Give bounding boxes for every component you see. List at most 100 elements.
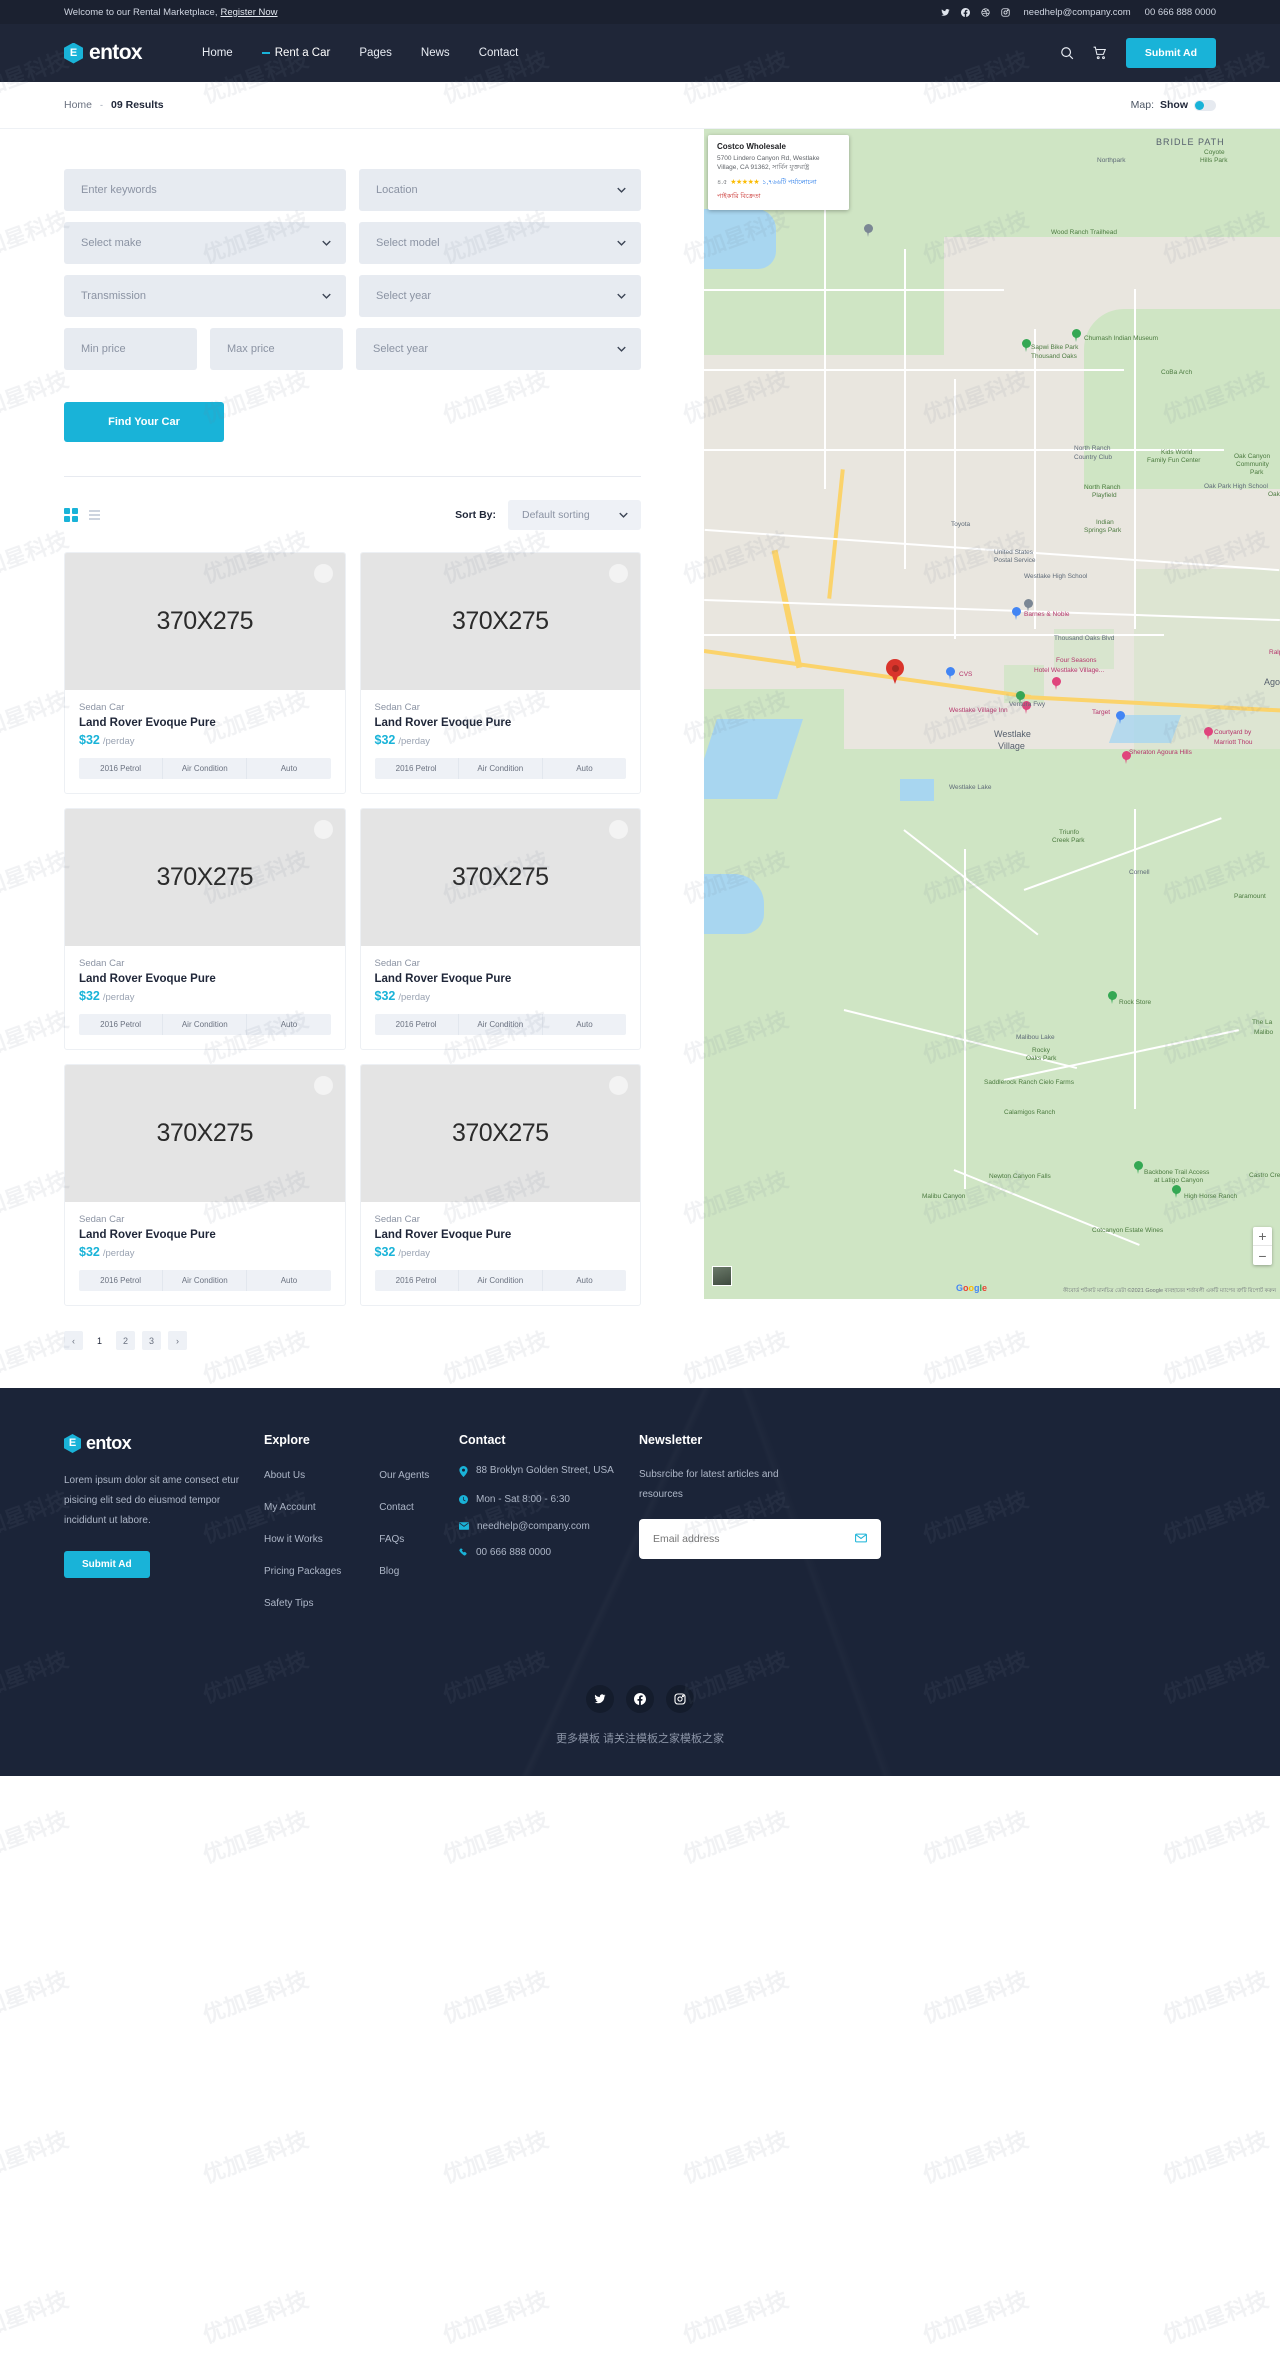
sort-select[interactable]: Default sorting [508,500,641,530]
zoom-in-button[interactable]: + [1253,1227,1272,1246]
map-selected-marker[interactable] [886,659,904,685]
facebook-icon[interactable] [960,7,970,17]
twitter-icon[interactable] [940,8,950,17]
map-pin-rock-store[interactable] [1108,991,1117,1004]
map-street-view-thumbnail[interactable] [712,1266,732,1286]
pagination-page-2[interactable]: 2 [116,1331,135,1350]
site-logo[interactable]: E entox [64,41,143,65]
register-now-link[interactable]: Register Now [220,7,277,18]
footer-link-my-account[interactable]: My Account [264,1502,316,1513]
nav-item-pages[interactable]: Pages [359,47,392,59]
favorite-button[interactable] [609,1076,628,1095]
map-zoom-controls[interactable]: + − [1253,1227,1272,1265]
footer-link-contact[interactable]: Contact [379,1502,413,1513]
nav-item-home[interactable]: Home [202,47,233,59]
map-pin-cvs[interactable] [946,667,955,680]
footer-logo[interactable]: E entox [64,1433,264,1454]
footer-phone[interactable]: 00 666 888 0000 [476,1547,551,1558]
map-info-card[interactable]: Costco Wholesale 5700 Lindero Canyon Rd,… [708,135,849,210]
favorite-button[interactable] [313,564,333,583]
map-pin-courtyard[interactable] [1204,727,1213,740]
find-your-car-button[interactable]: Find Your Car [64,402,224,442]
car-card[interactable]: 370X275 Sedan Car Land Rover Evoque Pure $3… [64,552,346,794]
car-image[interactable]: 370X275 [65,1065,345,1202]
footer-link-faqs[interactable]: FAQs [379,1534,404,1545]
car-image[interactable]: 370X275 [65,553,345,690]
breadcrumb-home-link[interactable]: Home [64,99,92,111]
year-select[interactable]: Select year [359,275,641,317]
min-price-input[interactable]: Min price [64,328,197,370]
map-pin-trailhead[interactable] [864,224,873,237]
twitter-icon[interactable] [586,1685,614,1713]
map-toggle-switch[interactable] [1194,99,1216,111]
year2-select[interactable]: Select year [356,328,641,370]
map-label: Malibo [1254,1029,1274,1036]
search-icon[interactable] [1060,46,1074,60]
location-select[interactable]: Location [359,169,641,211]
envelope-send-icon[interactable] [855,1530,867,1548]
facebook-icon[interactable] [626,1685,654,1713]
topbar-phone[interactable]: 00 666 888 0000 [1145,7,1216,18]
map-pin-high-horse[interactable] [1172,1185,1181,1198]
map-pin-backbone-trail[interactable] [1134,1161,1143,1174]
cart-icon[interactable] [1093,46,1107,60]
max-price-input[interactable]: Max price [210,328,343,370]
footer-link-blog[interactable]: Blog [379,1566,399,1577]
newsletter-form[interactable] [639,1519,881,1559]
footer-link-how-it-works[interactable]: How it Works [264,1534,323,1545]
map-pin-target[interactable] [1116,711,1125,724]
pagination-next[interactable]: › [168,1331,187,1350]
nav-item-news[interactable]: News [421,47,450,59]
car-title[interactable]: Land Rover Evoque Pure [375,717,627,729]
car-image[interactable]: 370X275 [360,553,640,690]
info-card-reviews[interactable]: ১,৭৬৬টি পর্যালোচনা [762,177,817,188]
car-image[interactable]: 370X275 [360,809,640,946]
make-select[interactable]: Select make [64,222,346,264]
email-field[interactable] [653,1533,843,1545]
car-image[interactable]: 370X275 [65,809,345,946]
nav-item-rent-a-car[interactable]: Rent a Car [261,47,330,59]
favorite-button[interactable] [609,820,628,839]
list-view-icon[interactable] [89,510,100,520]
car-title[interactable]: Land Rover Evoque Pure [375,973,627,985]
model-select[interactable]: Select model [359,222,641,264]
pagination-page-3[interactable]: 3 [142,1331,161,1350]
footer-link-pricing-packages[interactable]: Pricing Packages [264,1566,341,1577]
footer-link-safety-tips[interactable]: Safety Tips [264,1598,313,1609]
map-panel[interactable]: Costco Wholesale 5700 Lindero Canyon Rd,… [704,129,1280,1299]
map-pin-barnes-noble[interactable] [1012,607,1021,620]
map-pin-cobaarch[interactable] [1072,329,1081,342]
car-title[interactable]: Land Rover Evoque Pure [79,973,331,985]
instagram-icon[interactable] [666,1685,694,1713]
car-title[interactable]: Land Rover Evoque Pure [79,717,331,729]
car-title[interactable]: Land Rover Evoque Pure [79,1229,331,1241]
footer-email[interactable]: needhelp@company.com [477,1521,590,1532]
car-title[interactable]: Land Rover Evoque Pure [375,1229,627,1241]
grid-view-icon[interactable] [64,508,78,522]
pagination-prev[interactable]: ‹ [64,1331,83,1350]
footer-link-our-agents[interactable]: Our Agents [379,1470,429,1481]
pagination-page-1[interactable]: 1 [90,1331,109,1350]
car-card[interactable]: 370X275 Sedan Car Land Rover Evoque Pure $3… [359,808,641,1050]
map-pin-four-seasons[interactable] [1052,677,1061,690]
car-card[interactable]: 370X275 Sedan Car Land Rover Evoque Pure $3… [359,552,641,794]
favorite-button[interactable] [609,564,628,583]
nav-item-contact[interactable]: Contact [479,47,519,59]
map-toggle[interactable]: Map: Show [1131,99,1216,111]
map-pin-bikepark[interactable] [1022,339,1031,352]
instagram-icon[interactable] [1000,7,1010,17]
transmission-select[interactable]: Transmission [64,275,346,317]
footer-link-about-us[interactable]: About Us [264,1470,305,1481]
dribbble-icon[interactable] [980,7,990,17]
zoom-out-button[interactable]: − [1253,1246,1272,1265]
favorite-button[interactable] [313,820,333,839]
car-card[interactable]: 370X275 Sedan Car Land Rover Evoque Pure $3… [64,808,346,1050]
footer-submit-ad-button[interactable]: Submit Ad [64,1551,150,1578]
car-card[interactable]: 370X275 Sedan Car Land Rover Evoque Pure $3… [64,1064,346,1306]
favorite-button[interactable] [313,1076,333,1095]
topbar-email[interactable]: needhelp@company.com [1024,7,1131,18]
submit-ad-button[interactable]: Submit Ad [1125,38,1216,68]
car-image[interactable]: 370X275 [360,1065,640,1202]
car-card[interactable]: 370X275 Sedan Car Land Rover Evoque Pure $3… [359,1064,641,1306]
keywords-input[interactable]: Enter keywords [64,169,346,211]
